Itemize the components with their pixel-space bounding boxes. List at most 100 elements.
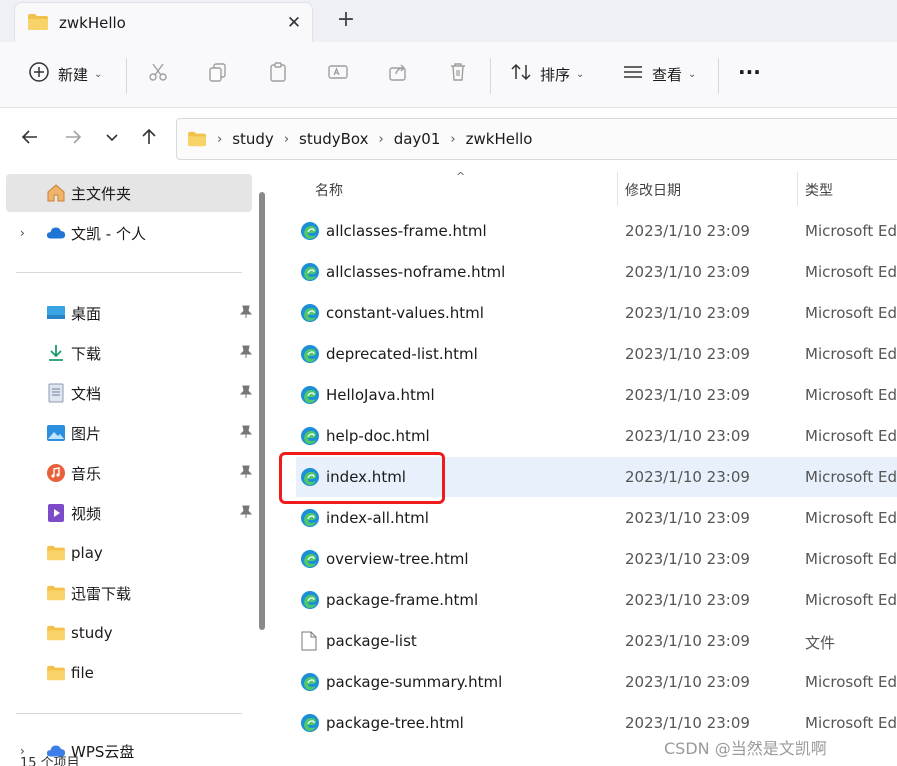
view-button[interactable]: 查看 ⌄ xyxy=(622,54,696,94)
column-divider[interactable] xyxy=(797,172,798,206)
copy-button[interactable] xyxy=(207,54,229,94)
new-button[interactable]: 新建 ⌄ xyxy=(28,54,102,94)
sidebar-item-study[interactable]: study xyxy=(6,614,252,652)
sidebar-divider xyxy=(16,713,242,714)
sidebar-scrollbar[interactable] xyxy=(259,192,265,630)
column-header-modified[interactable]: 修改日期 xyxy=(625,180,681,200)
onedrive-icon xyxy=(46,223,66,243)
more-options-button[interactable]: ··· xyxy=(738,52,761,92)
sidebar-item-desktop[interactable]: 桌面 xyxy=(6,294,253,332)
address-bar[interactable]: › study › studyBox › day01 › zwkHello xyxy=(176,118,897,160)
back-button[interactable] xyxy=(17,126,43,152)
file-row[interactable]: overview-tree.html 2023/1/10 23:09 Microso… xyxy=(296,539,897,579)
sidebar-item-label: play xyxy=(71,544,103,562)
file-type: Microsoft Ed xyxy=(805,591,897,609)
pin-icon[interactable] xyxy=(239,465,253,482)
chevron-down-icon: ⌄ xyxy=(688,68,697,80)
folder-icon xyxy=(46,543,66,563)
sidebar-item-downloads[interactable]: 下载 xyxy=(6,334,253,372)
file-row[interactable]: constant-values.html 2023/1/10 23:09 Micro… xyxy=(296,293,897,333)
sidebar-item-file[interactable]: file xyxy=(6,654,252,692)
file-row[interactable]: package-summary.html 2023/1/10 23:09 Micro… xyxy=(296,662,897,702)
file-row[interactable]: index.html 2023/1/10 23:09 Microsoft Ed xyxy=(296,457,897,497)
edge-icon xyxy=(300,713,320,733)
sidebar-item-music[interactable]: 音乐 xyxy=(6,454,253,492)
sort-button[interactable]: 排序 ⌄ xyxy=(510,54,584,94)
rename-button[interactable] xyxy=(327,54,349,94)
column-header-type[interactable]: 类型 xyxy=(805,180,833,200)
file-name: allclasses-frame.html xyxy=(326,222,487,240)
recent-locations-button[interactable] xyxy=(99,126,125,152)
tab-close-button[interactable]: ✕ xyxy=(281,10,307,36)
file-name: HelloJava.html xyxy=(326,386,435,404)
breadcrumb-studybox[interactable]: studyBox xyxy=(299,130,369,148)
file-row[interactable]: package-list 2023/1/10 23:09 文件 xyxy=(296,621,897,661)
file-type: Microsoft Ed xyxy=(805,468,897,486)
more-icon: ··· xyxy=(738,60,761,84)
videos-icon xyxy=(46,503,66,523)
sidebar-item-label: 桌面 xyxy=(71,304,102,323)
sort-label: 排序 xyxy=(540,65,571,84)
chevron-right-icon[interactable]: › xyxy=(20,226,25,240)
new-tab-button[interactable]: + xyxy=(333,8,359,34)
sidebar-item-pictures[interactable]: 图片 xyxy=(6,414,253,452)
folder-icon xyxy=(46,623,66,643)
file-row[interactable]: allclasses-noframe.html 2023/1/10 23:09 Mi… xyxy=(296,252,897,292)
new-label: 新建 xyxy=(58,65,89,84)
sidebar-item-documents[interactable]: 文档 xyxy=(6,374,253,412)
desktop-icon xyxy=(46,303,66,323)
file-type: Microsoft Ed xyxy=(805,427,897,445)
file-type: 文件 xyxy=(805,634,836,652)
sidebar-item-onedrive[interactable]: › 文凯 - 个人 xyxy=(6,214,252,252)
edge-icon xyxy=(300,303,320,323)
delete-button[interactable] xyxy=(447,54,469,94)
tab-title: zwkHello xyxy=(59,14,126,32)
sidebar-item-label: file xyxy=(71,664,94,682)
pin-icon[interactable] xyxy=(239,385,253,402)
file-name: overview-tree.html xyxy=(326,550,469,568)
file-row[interactable]: package-frame.html 2023/1/10 23:09 Microso… xyxy=(296,580,897,620)
rename-icon xyxy=(327,61,349,87)
sidebar-item-home[interactable]: 主文件夹 xyxy=(6,174,252,212)
sidebar-item-videos[interactable]: 视频 xyxy=(6,494,253,532)
pin-icon[interactable] xyxy=(239,425,253,442)
toolbar-divider xyxy=(718,58,719,94)
trash-icon xyxy=(447,61,469,87)
file-row[interactable]: index-all.html 2023/1/10 23:09 Microsoft E… xyxy=(296,498,897,538)
share-icon xyxy=(387,61,409,87)
column-divider[interactable] xyxy=(617,172,618,206)
sidebar-item-play[interactable]: play xyxy=(6,534,252,572)
file-name: constant-values.html xyxy=(326,304,484,322)
file-type: Microsoft Ed xyxy=(805,386,897,404)
file-row[interactable]: help-doc.html 2023/1/10 23:09 Microsoft Ed xyxy=(296,416,897,456)
sidebar-item-xunlei-downloads[interactable]: 迅雷下载 xyxy=(6,574,252,612)
copy-icon xyxy=(207,61,229,87)
edge-icon xyxy=(300,590,320,610)
pin-icon[interactable] xyxy=(239,345,253,362)
breadcrumb-zwkhello[interactable]: zwkHello xyxy=(466,130,533,148)
pin-icon[interactable] xyxy=(239,305,253,322)
file-modified-date: 2023/1/10 23:09 xyxy=(625,304,750,322)
edge-icon xyxy=(300,508,320,528)
file-modified-date: 2023/1/10 23:09 xyxy=(625,509,750,527)
folder-icon xyxy=(46,663,66,683)
cut-button[interactable] xyxy=(147,54,169,94)
share-button[interactable] xyxy=(387,54,409,94)
file-row[interactable]: deprecated-list.html 2023/1/10 23:09 Micro… xyxy=(296,334,897,374)
file-name: package-tree.html xyxy=(326,714,464,732)
folder-icon xyxy=(27,13,49,35)
breadcrumb-study[interactable]: study xyxy=(232,130,274,148)
file-row[interactable]: HelloJava.html 2023/1/10 23:09 Microsoft E… xyxy=(296,375,897,415)
paste-button[interactable] xyxy=(267,54,289,94)
file-row[interactable]: allclasses-frame.html 2023/1/10 23:09 Micr… xyxy=(296,211,897,251)
sidebar-item-label: 主文件夹 xyxy=(71,184,132,203)
arrow-up-icon xyxy=(139,127,159,151)
forward-button[interactable] xyxy=(60,126,86,152)
folder-icon xyxy=(46,583,66,603)
tab-zwkhello[interactable]: zwkHello ✕ xyxy=(14,2,313,42)
pin-icon[interactable] xyxy=(239,505,253,522)
breadcrumb-separator: › xyxy=(450,131,456,147)
breadcrumb-day01[interactable]: day01 xyxy=(394,130,441,148)
up-button[interactable] xyxy=(136,126,162,152)
column-header-name[interactable]: 名称 xyxy=(315,180,343,200)
